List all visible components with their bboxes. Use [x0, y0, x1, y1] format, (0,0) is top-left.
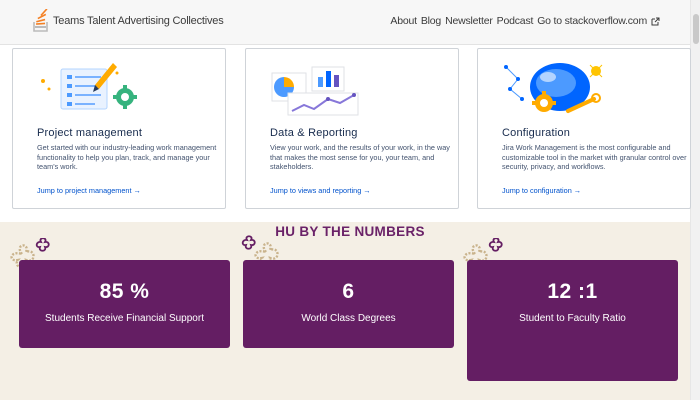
stat-card-degrees: 6 World Class Degrees: [243, 260, 454, 348]
stat-card-faculty-ratio: 12 :1 Student to Faculty Ratio: [467, 260, 678, 381]
configuration-card: Configuration Jira Work Management is th…: [477, 48, 691, 209]
data-reporting-card: Data & Reporting View your work, and the…: [245, 48, 459, 209]
card-title: Data & Reporting: [270, 127, 358, 139]
numbers-section: HU BY THE NUMBERS 85 % Students Receive …: [0, 222, 690, 400]
jump-to-views-reporting-link[interactable]: Jump to views and reporting →: [270, 186, 371, 195]
card-title: Configuration: [502, 127, 571, 139]
nav-newsletter-link[interactable]: Newsletter: [445, 15, 493, 27]
stat-label: World Class Degrees: [301, 313, 396, 324]
stat-card-financial-support: 85 % Students Receive Financial Support: [19, 260, 230, 348]
stat-value: 85 %: [99, 280, 150, 303]
gear-wrench-globe-icon: [504, 63, 603, 113]
feature-cards-section: Project management Get started with our …: [0, 45, 691, 222]
stat-label: Student to Faculty Ratio: [519, 313, 626, 324]
project-management-card: Project management Get started with our …: [12, 48, 226, 209]
jump-to-configuration-link[interactable]: Jump to configuration →: [502, 186, 581, 195]
charts-icon: [271, 66, 359, 116]
card-description: View your work, and the results of your …: [270, 143, 450, 172]
external-link-icon: [651, 17, 660, 25]
scrollbar-thumb[interactable]: [693, 14, 699, 44]
card-description: Get started with our industry-leading wo…: [37, 143, 217, 172]
card-description: Jira Work Management is the most configu…: [502, 143, 687, 172]
section-title: HU BY THE NUMBERS: [275, 224, 425, 239]
stack-logo-icon[interactable]: [33, 9, 49, 34]
jump-to-project-management-link[interactable]: Jump to project management →: [37, 186, 141, 195]
nav-stackoverflow-link[interactable]: Go to stackoverflow.com: [537, 15, 647, 27]
nav-podcast-link[interactable]: Podcast: [497, 15, 534, 27]
page-scrollbar[interactable]: [690, 0, 700, 400]
stat-label: Students Receive Financial Support: [45, 313, 204, 324]
brand-links[interactable]: Teams Talent Advertising Collectives: [53, 15, 224, 27]
card-title: Project management: [37, 127, 143, 139]
nav-about-link[interactable]: About: [390, 15, 417, 27]
checklist-pencil-gear-icon: [41, 63, 137, 110]
stat-value: 12 :1: [547, 280, 598, 303]
top-navigation-bar: Teams Talent Advertising Collectives Abo…: [0, 0, 700, 45]
nav-blog-link[interactable]: Blog: [421, 15, 441, 27]
top-nav-links: About Blog Newsletter Podcast Go to stac…: [390, 15, 660, 27]
stat-value: 6: [342, 280, 355, 303]
